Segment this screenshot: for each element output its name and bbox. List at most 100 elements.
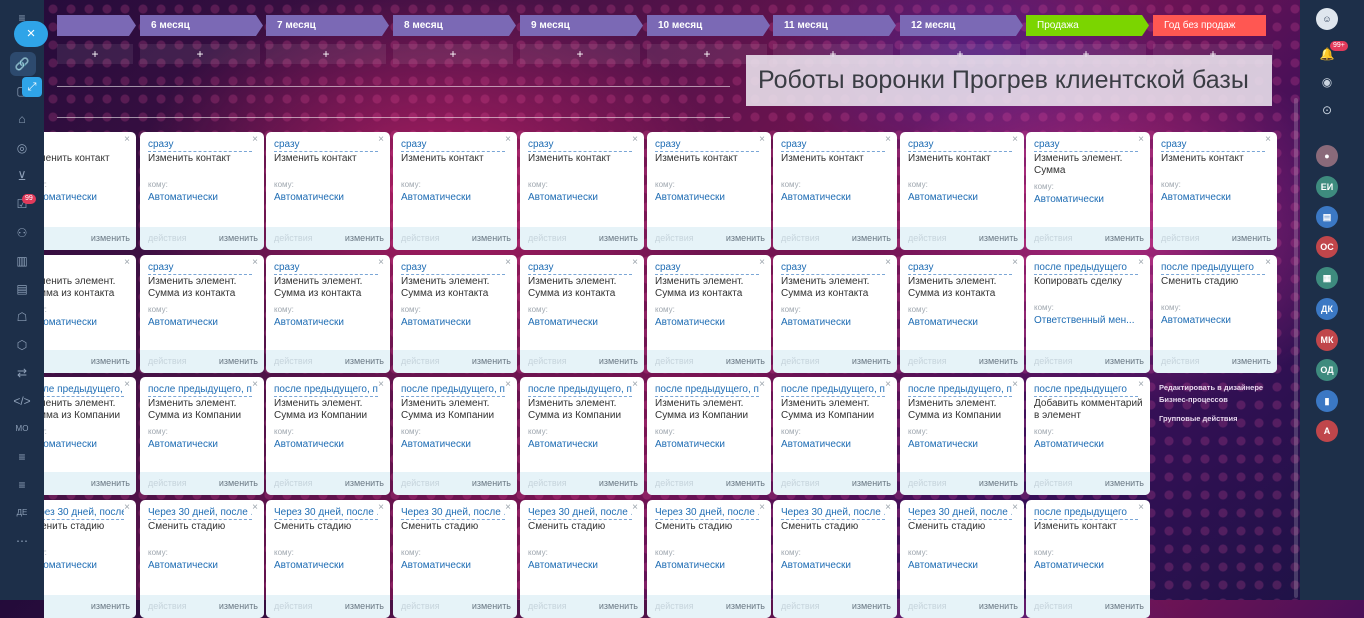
robot-condition[interactable]: сразу: [781, 262, 885, 275]
stage-6[interactable]: 10 месяц: [647, 15, 770, 36]
robot-card[interactable]: × сразу Изменить контакт кому: Автоматически…: [393, 132, 517, 250]
robot-condition[interactable]: после предыдущего: [1161, 262, 1265, 275]
robot-recipient[interactable]: Автоматически: [908, 439, 978, 450]
close-icon[interactable]: ×: [1138, 379, 1144, 390]
robot-recipient[interactable]: Автоматически: [1034, 560, 1104, 571]
robot-recipient[interactable]: Автоматически: [781, 439, 851, 450]
robot-condition[interactable]: Через 30 дней, после ...: [274, 507, 378, 520]
card-edit-button[interactable]: изменить: [1105, 601, 1144, 611]
stage-3[interactable]: 7 месяц: [266, 15, 389, 36]
avatar-group[interactable]: ▦: [1316, 267, 1338, 289]
robot-card[interactable]: × сразу Изменить контакт кому: Автоматически…: [266, 132, 390, 250]
card-edit-button[interactable]: изменить: [91, 356, 130, 366]
stage-2[interactable]: 6 месяц: [140, 15, 263, 36]
robot-card[interactable]: ×после предыдущего, п...Изменить элемент…: [647, 377, 771, 495]
robot-condition[interactable]: сразу: [401, 262, 505, 275]
robot-condition[interactable]: после предыдущего, п...: [528, 384, 632, 397]
close-icon[interactable]: ×: [124, 379, 130, 390]
robot-card[interactable]: ×после предыдущего, п...Изменить элемент…: [266, 377, 390, 495]
group-icon[interactable]: ⚇: [13, 226, 31, 240]
close-icon[interactable]: ×: [1265, 134, 1271, 145]
open-new-window-button[interactable]: ⤢: [22, 77, 42, 97]
robot-condition[interactable]: сразу: [528, 139, 632, 152]
sidebar-link-icon[interactable]: 🔗: [13, 57, 31, 71]
robot-card[interactable]: × сразу Изменить элемент. Сумма из контакт…: [773, 255, 897, 373]
add-robot-button[interactable]: +: [266, 44, 386, 64]
robot-recipient[interactable]: Автоматически: [401, 192, 471, 203]
close-icon[interactable]: ×: [885, 134, 891, 145]
robot-card[interactable]: × сразу Изменить элемент. Сумма из контакт…: [393, 255, 517, 373]
robot-condition[interactable]: сразу: [781, 139, 885, 152]
card-edit-button[interactable]: изменить: [852, 478, 891, 488]
close-icon[interactable]: ×: [378, 502, 384, 513]
robot-recipient[interactable]: Автоматически: [148, 317, 218, 328]
robot-condition[interactable]: Через 30 дней, после ...: [908, 507, 1012, 520]
robot-recipient[interactable]: Автоматически: [908, 317, 978, 328]
robot-recipient[interactable]: Автоматически: [528, 192, 598, 203]
cube-icon[interactable]: ⬡: [13, 338, 31, 352]
robot-recipient[interactable]: Автоматически: [274, 317, 344, 328]
robot-condition[interactable]: сразу: [908, 262, 1012, 275]
close-icon[interactable]: ×: [632, 134, 638, 145]
close-icon[interactable]: ×: [1138, 257, 1144, 268]
card-edit-button[interactable]: изменить: [726, 233, 765, 243]
robot-condition[interactable]: после предыдущего, п...: [274, 384, 378, 397]
stage-4[interactable]: 8 месяц: [393, 15, 516, 36]
robot-card[interactable]: × сразу Изменить элемент. Сумма из контакт…: [140, 255, 264, 373]
close-icon[interactable]: ×: [252, 257, 258, 268]
close-icon[interactable]: ×: [124, 134, 130, 145]
card-edit-button[interactable]: изменить: [91, 601, 130, 611]
avatar-os[interactable]: ОС: [1316, 236, 1338, 258]
radio-icon[interactable]: ◉: [1319, 74, 1335, 90]
more-icon[interactable]: ⋯: [13, 534, 31, 548]
robot-card[interactable]: ×после предыдущего, п...Изменить элемент…: [900, 377, 1024, 495]
close-icon[interactable]: ×: [505, 134, 511, 145]
card-edit-button[interactable]: изменить: [472, 478, 511, 488]
robot-card[interactable]: ×Через 30 дней, после ...Сменить стадию к…: [773, 500, 897, 618]
close-icon[interactable]: ×: [378, 379, 384, 390]
robot-card[interactable]: × Изменить контакт кому: Автоматически дейст…: [44, 132, 136, 250]
avatar-ei[interactable]: ЕИ: [1316, 176, 1338, 198]
robot-card[interactable]: ×Через 30 дней, после ...Сменить стадию к…: [140, 500, 264, 618]
code-icon[interactable]: </>: [13, 394, 31, 408]
robot-card[interactable]: ×Через 30 дней, после ...Сменить стадию к…: [266, 500, 390, 618]
robot-condition[interactable]: после предыдущего, п...: [655, 384, 759, 397]
avatar-dk[interactable]: ДК: [1316, 298, 1338, 320]
card-edit-button[interactable]: изменить: [852, 233, 891, 243]
robot-card[interactable]: ×после предыдущего, п...Изменить элемент…: [520, 377, 644, 495]
card-edit-button[interactable]: изменить: [599, 356, 638, 366]
robot-condition[interactable]: сразу: [528, 262, 632, 275]
robot-recipient[interactable]: Автоматически: [908, 192, 978, 203]
card-edit-button[interactable]: изменить: [219, 233, 258, 243]
stage-1[interactable]: [57, 15, 136, 36]
automation-icon[interactable]: ⇄: [13, 366, 31, 380]
card-edit-button[interactable]: изменить: [1105, 233, 1144, 243]
robot-recipient[interactable]: Автоматически: [1034, 439, 1104, 450]
card-edit-button[interactable]: изменить: [726, 478, 765, 488]
card-edit-button[interactable]: изменить: [726, 356, 765, 366]
robot-recipient[interactable]: Автоматически: [44, 560, 97, 571]
robot-condition[interactable]: сразу: [148, 139, 252, 152]
stage-7[interactable]: 11 месяц: [773, 15, 896, 36]
card-edit-button[interactable]: изменить: [852, 356, 891, 366]
robot-recipient[interactable]: Автоматически: [401, 560, 471, 571]
target-icon[interactable]: ◎: [13, 141, 31, 155]
close-icon[interactable]: ×: [1012, 257, 1018, 268]
add-robot-button[interactable]: +: [140, 44, 260, 64]
robot-recipient[interactable]: Автоматически: [655, 560, 725, 571]
avatar-chat[interactable]: ▤: [1316, 206, 1338, 228]
close-icon[interactable]: ×: [759, 134, 765, 145]
robot-card[interactable]: ×после предыдущего, п...Изменить элемент…: [140, 377, 264, 495]
close-icon[interactable]: ×: [252, 134, 258, 145]
stage-10[interactable]: Год без продаж: [1153, 15, 1266, 36]
close-icon[interactable]: ×: [1138, 134, 1144, 145]
robot-card[interactable]: × Изменить элемент. Сумма из контакта кому…: [44, 255, 136, 373]
close-icon[interactable]: ×: [505, 502, 511, 513]
close-icon[interactable]: ×: [1265, 257, 1271, 268]
close-icon[interactable]: ×: [378, 134, 384, 145]
close-icon[interactable]: ×: [124, 502, 130, 513]
card-edit-button[interactable]: изменить: [472, 233, 511, 243]
user-avatar[interactable]: ☺: [1316, 8, 1338, 30]
robot-condition[interactable]: сразу: [274, 139, 378, 152]
robot-condition[interactable]: сразу: [148, 262, 252, 275]
